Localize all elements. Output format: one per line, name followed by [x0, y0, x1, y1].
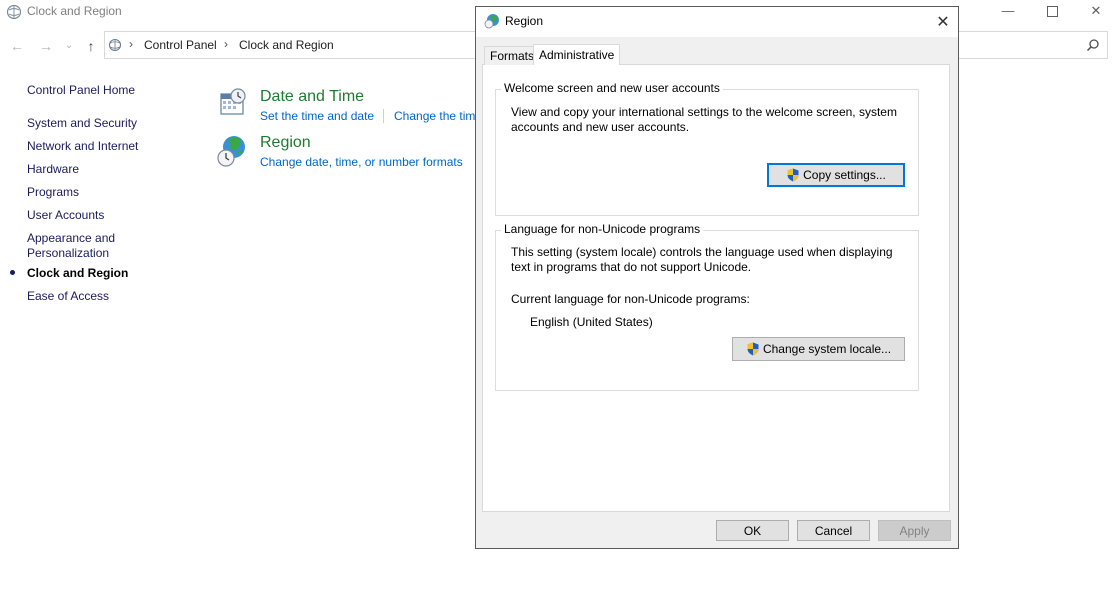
clock-region-icon — [6, 4, 22, 20]
back-button[interactable]: ← — [8, 37, 26, 55]
sidebar-item-system-security[interactable]: System and Security — [27, 116, 137, 131]
sidebar-item-appearance[interactable]: Appearance and Personalization — [27, 231, 115, 261]
category-region-title[interactable]: Region — [260, 134, 311, 152]
maximize-button[interactable] — [1029, 0, 1075, 22]
dialog-title: Region — [505, 14, 544, 28]
category-date-time-title[interactable]: Date and Time — [260, 88, 364, 106]
welcome-description: View and copy your international setting… — [511, 105, 897, 135]
welcome-description-line2: accounts and new user accounts. — [511, 120, 690, 134]
recent-locations-button[interactable]: ⌄ — [62, 37, 76, 55]
close-icon: ✕ — [1090, 3, 1102, 18]
globe-icon — [484, 14, 499, 29]
current-language-label: Current language for non-Unicode program… — [511, 292, 750, 306]
tab-administrative[interactable]: Administrative — [533, 44, 621, 65]
tab-formats[interactable]: Formats — [484, 46, 541, 65]
window-title: Clock and Region — [27, 4, 122, 18]
minimize-icon: — — [1001, 3, 1015, 18]
forward-arrow-icon: → — [39, 38, 53, 54]
current-language-value: English (United States) — [530, 315, 653, 329]
non-unicode-description-line2: text in programs that do not support Uni… — [511, 260, 752, 274]
up-arrow-icon: ↑ — [87, 38, 95, 54]
maximize-icon — [1046, 6, 1058, 18]
uac-shield-icon — [787, 168, 799, 182]
minimize-button[interactable]: — — [985, 0, 1031, 22]
sidebar-item-hardware[interactable]: Hardware — [27, 162, 79, 177]
non-unicode-description: This setting (system locale) controls th… — [511, 245, 893, 275]
breadcrumb-clock-region[interactable]: Clock and Region — [239, 38, 334, 52]
copy-settings-button[interactable]: Copy settings... — [767, 163, 905, 187]
sidebar-item-label: Appearance and — [27, 231, 116, 245]
search-icon[interactable] — [1086, 38, 1100, 52]
control-panel-icon — [108, 38, 122, 52]
breadcrumb-control-panel[interactable]: Control Panel — [144, 38, 217, 52]
sidebar-item-label-line2: Personalization — [27, 246, 110, 260]
welcome-description-line1: View and copy your international setting… — [511, 105, 897, 119]
ok-button[interactable]: OK — [716, 520, 789, 541]
dialog-close-button[interactable]: ✕ — [934, 12, 952, 32]
sidebar-item-user-accounts[interactable]: User Accounts — [27, 208, 104, 223]
active-item-bullet — [10, 270, 15, 275]
link-set-time-date[interactable]: Set the time and date — [260, 109, 374, 123]
change-system-locale-button[interactable]: Change system locale... — [732, 337, 905, 361]
dialog-titlebar — [476, 7, 958, 37]
link-change-formats[interactable]: Change date, time, or number formats — [260, 155, 463, 169]
change-system-locale-label: Change system locale... — [762, 342, 892, 356]
breadcrumb-separator: › — [129, 37, 133, 51]
apply-button[interactable]: Apply — [878, 520, 951, 541]
sidebar-item-control-panel-home[interactable]: Control Panel Home — [27, 83, 135, 98]
non-unicode-description-line1: This setting (system locale) controls th… — [511, 245, 893, 259]
calendar-clock-icon — [220, 88, 246, 115]
sidebar-item-programs[interactable]: Programs — [27, 185, 79, 200]
sidebar-item-network-internet[interactable]: Network and Internet — [27, 139, 138, 154]
sidebar-item-ease-of-access[interactable]: Ease of Access — [27, 289, 109, 304]
back-arrow-icon: ← — [10, 38, 24, 54]
copy-settings-label: Copy settings... — [803, 168, 886, 182]
group-title-non-unicode: Language for non-Unicode programs — [501, 222, 704, 236]
group-title-welcome: Welcome screen and new user accounts — [501, 81, 723, 95]
close-icon: ✕ — [936, 14, 950, 31]
sidebar-item-clock-region[interactable]: Clock and Region — [27, 266, 128, 281]
uac-shield-icon — [747, 342, 759, 356]
breadcrumb-separator: › — [224, 37, 228, 51]
forward-button[interactable]: → — [37, 37, 55, 55]
cancel-button[interactable]: Cancel — [797, 520, 870, 541]
close-button[interactable]: ✕ — [1073, 0, 1118, 22]
up-button[interactable]: ↑ — [82, 37, 100, 55]
link-divider — [383, 109, 384, 123]
chevron-down-icon: ⌄ — [64, 40, 74, 51]
globe-clock-icon — [217, 136, 245, 167]
